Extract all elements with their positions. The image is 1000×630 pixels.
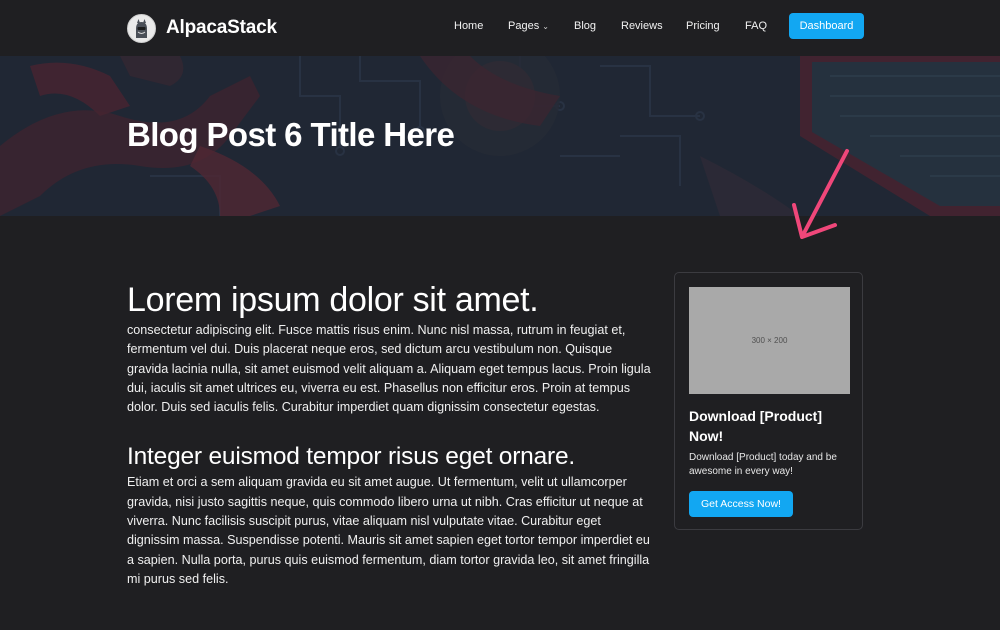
article-subheading: Integer euismod tempor risus eget ornare… — [127, 443, 576, 471]
promo-text: Download [Product] today and be awesome … — [689, 452, 837, 477]
promo-image-placeholder: 300 × 200 — [689, 287, 850, 394]
page-title: Blog Post 6 Title Here — [127, 116, 455, 153]
nav-item-home[interactable]: Home — [454, 13, 483, 39]
nav-item-blog[interactable]: Blog — [574, 13, 596, 39]
placeholder-label: 300 × 200 — [751, 336, 788, 345]
article-paragraph: Etiam et orci a sem aliquam gravida eu s… — [127, 475, 650, 586]
article-paragraph: consectetur adipiscing elit. Fusce matti… — [127, 323, 651, 415]
dashboard-button[interactable]: Dashboard — [789, 13, 864, 39]
arrow-down-left-icon — [792, 149, 849, 239]
navbar: AlpacaStack Home Pages ⌄ Blog Reviews Pri… — [0, 0, 1000, 56]
get-access-button[interactable]: Get Access Now! — [689, 491, 793, 517]
sidebar-promo-card: 300 × 200 Download [Product] Now! Downlo… — [674, 272, 863, 530]
nav-item-pages[interactable]: Pages ⌄ — [508, 13, 549, 39]
promo-title: Download [Product] Now! — [689, 408, 822, 444]
nav-item-pages-label: Pages — [508, 20, 540, 32]
chevron-down-icon: ⌄ — [542, 22, 549, 31]
article-heading: Lorem ipsum dolor sit amet. — [127, 281, 539, 319]
article-body: Lorem ipsum dolor sit amet. consectetur … — [127, 280, 652, 589]
nav-item-reviews[interactable]: Reviews — [621, 13, 663, 39]
nav-item-faq[interactable]: FAQ — [745, 13, 767, 39]
nav-item-pricing[interactable]: Pricing — [686, 13, 720, 39]
